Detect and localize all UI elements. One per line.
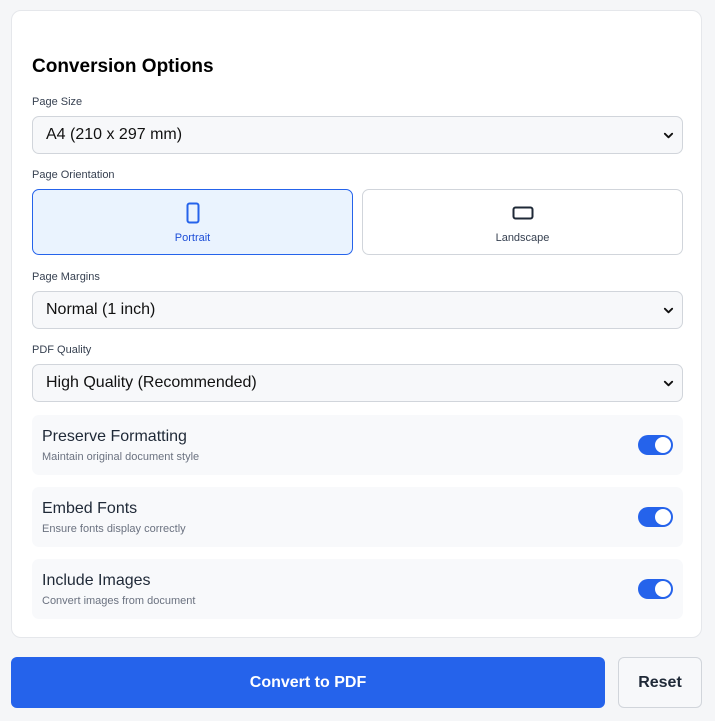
include-images-desc: Convert images from document (42, 595, 196, 607)
toggle-knob (655, 509, 671, 525)
panel-title: Conversion Options (32, 56, 214, 77)
pdf-quality-label: PDF Quality (32, 344, 92, 356)
pdf-quality-value: High Quality (Recommended) (46, 374, 257, 391)
pdf-quality-select[interactable]: High Quality (Recommended) (32, 364, 683, 402)
page-orientation-label: Page Orientation (32, 169, 115, 181)
orientation-portrait-option[interactable]: Portrait (32, 189, 353, 255)
include-images-row: Include Images Convert images from docum… (32, 559, 683, 619)
reset-button[interactable]: Reset (618, 657, 702, 708)
landscape-icon (512, 202, 534, 224)
preserve-formatting-toggle[interactable] (638, 435, 673, 455)
embed-fonts-title: Embed Fonts (42, 500, 138, 517)
orientation-landscape-option[interactable]: Landscape (362, 189, 683, 255)
embed-fonts-toggle[interactable] (638, 507, 673, 527)
include-images-title: Include Images (42, 572, 151, 589)
toggle-knob (655, 437, 671, 453)
portrait-label: Portrait (174, 232, 211, 244)
convert-to-pdf-button[interactable]: Convert to PDF (11, 657, 605, 708)
chevron-down-icon (663, 307, 674, 314)
page-size-select[interactable]: A4 (210 x 297 mm) (32, 116, 683, 154)
chevron-down-icon (663, 380, 674, 387)
embed-fonts-row: Embed Fonts Ensure fonts display correct… (32, 487, 683, 547)
preserve-formatting-row: Preserve Formatting Maintain original do… (32, 415, 683, 475)
page-margins-label: Page Margins (32, 271, 100, 283)
page-size-label: Page Size (32, 96, 83, 108)
toggle-knob (655, 581, 671, 597)
embed-fonts-desc: Ensure fonts display correctly (42, 523, 186, 535)
portrait-icon (186, 202, 200, 224)
chevron-down-icon (663, 132, 674, 139)
page-margins-value: Normal (1 inch) (46, 301, 156, 318)
conversion-options-panel: Conversion Options Page Size A4 (210 x 2… (11, 10, 702, 638)
preserve-formatting-desc: Maintain original document style (42, 451, 200, 463)
include-images-toggle[interactable] (638, 579, 673, 599)
landscape-label: Landscape (495, 232, 550, 244)
preserve-formatting-title: Preserve Formatting (42, 428, 187, 445)
page-size-value: A4 (210 x 297 mm) (46, 126, 183, 143)
page-margins-select[interactable]: Normal (1 inch) (32, 291, 683, 329)
